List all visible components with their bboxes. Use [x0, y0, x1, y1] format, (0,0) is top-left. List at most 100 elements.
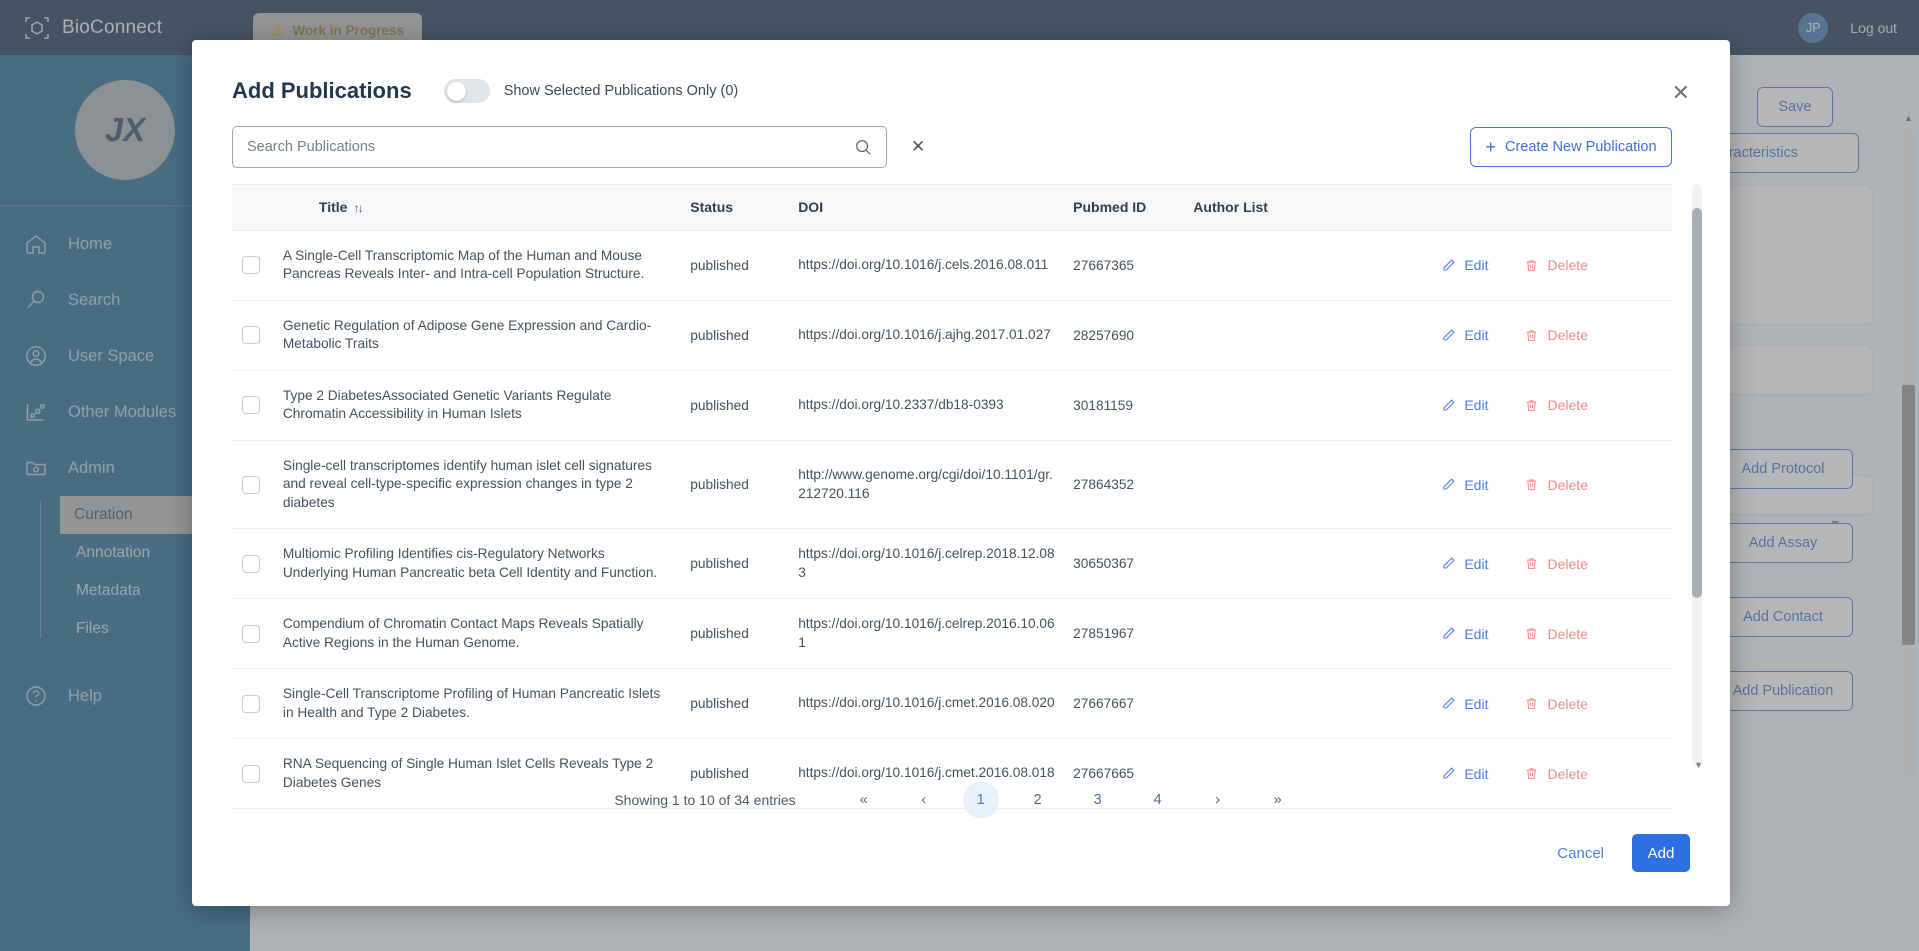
cell-status: published [690, 300, 799, 371]
delete-button[interactable]: Delete [1524, 766, 1588, 782]
add-button[interactable]: Add [1632, 834, 1690, 872]
table-row[interactable]: RNA Sequencing of Single Human Islet Cel… [232, 738, 1672, 810]
table-row[interactable]: A Single-Cell Transcriptomic Map of the … [232, 230, 1672, 301]
clear-x-icon[interactable]: ✕ [911, 137, 925, 157]
cell-actions: Edit Delete [1417, 598, 1672, 670]
pencil-icon [1441, 477, 1456, 492]
column-header-author-list[interactable]: Author List [1193, 184, 1418, 231]
row-checkbox[interactable] [242, 694, 260, 713]
edit-button[interactable]: Edit [1441, 766, 1488, 782]
delete-button[interactable]: Delete [1524, 257, 1588, 274]
show-selected-toggle-row[interactable]: Show Selected Publications Only (0) [443, 79, 739, 103]
row-select-cell[interactable] [232, 370, 283, 441]
delete-label: Delete [1547, 397, 1588, 414]
table-row[interactable]: Genetic Regulation of Adipose Gene Expre… [232, 300, 1672, 371]
search-input[interactable]: Search Publications [232, 126, 887, 168]
cancel-button[interactable]: Cancel [1557, 845, 1604, 862]
row-select-cell[interactable] [232, 230, 283, 301]
row-checkbox[interactable] [242, 764, 260, 783]
table-row[interactable]: Single-cell transcriptomes identify huma… [232, 440, 1672, 530]
edit-button[interactable]: Edit [1441, 696, 1488, 712]
delete-label: Delete [1547, 625, 1588, 642]
row-select-cell[interactable] [232, 440, 283, 530]
row-checkbox[interactable] [242, 624, 260, 643]
cell-doi: https://doi.org/10.1016/j.ajhg.2017.01.0… [798, 300, 1074, 371]
cell-title: RNA Sequencing of Single Human Islet Cel… [282, 738, 691, 810]
row-checkbox[interactable] [242, 396, 260, 415]
row-select-cell[interactable] [232, 300, 283, 371]
search-placeholder: Search Publications [247, 139, 376, 155]
sort-arrows-icon[interactable]: ↑↓ [353, 201, 363, 215]
row-select-cell[interactable] [232, 738, 283, 810]
show-selected-toggle-label: Show Selected Publications Only (0) [503, 83, 739, 99]
cell-pubmed-id: 27667667 [1073, 668, 1194, 740]
table-body: A Single-Cell Transcriptomic Map of the … [232, 230, 1672, 810]
column-header-doi[interactable]: DOI [798, 184, 1074, 231]
row-select-cell[interactable] [232, 598, 283, 670]
delete-label: Delete [1547, 257, 1588, 274]
column-header-status[interactable]: Status [690, 184, 799, 231]
cell-actions: Edit Delete [1417, 300, 1672, 371]
row-select-cell[interactable] [232, 528, 283, 600]
edit-label: Edit [1464, 257, 1489, 274]
cell-doi: https://doi.org/10.1016/j.celrep.2018.12… [798, 528, 1074, 600]
cell-author-list [1193, 598, 1418, 670]
edit-button[interactable]: Edit [1441, 397, 1488, 413]
show-selected-toggle[interactable] [443, 79, 490, 103]
delete-button[interactable]: Delete [1524, 397, 1588, 414]
table-row[interactable]: Type 2 DiabetesAssociated Genetic Varian… [232, 370, 1672, 441]
add-publications-dialog: Add Publications Show Selected Publicati… [192, 40, 1730, 906]
delete-label: Delete [1547, 476, 1588, 493]
delete-label: Delete [1547, 695, 1588, 712]
delete-button[interactable]: Delete [1524, 625, 1588, 642]
table-scroll-down-arrow[interactable]: ▼ [1694, 760, 1703, 770]
edit-label: Edit [1464, 327, 1489, 344]
cell-author-list [1193, 440, 1418, 530]
row-select-cell[interactable] [232, 668, 283, 740]
column-header-title-label: Title [318, 199, 348, 215]
edit-label: Edit [1464, 397, 1489, 414]
cell-pubmed-id: 27667365 [1073, 230, 1194, 301]
edit-button[interactable]: Edit [1441, 477, 1488, 493]
edit-button[interactable]: Edit [1441, 556, 1488, 572]
row-checkbox[interactable] [242, 475, 260, 494]
trash-icon [1524, 398, 1539, 413]
edit-button[interactable]: Edit [1441, 626, 1488, 642]
cell-status: published [690, 668, 799, 740]
create-new-publication-button[interactable]: + Create New Publication [1470, 127, 1672, 167]
row-checkbox[interactable] [242, 554, 260, 573]
close-icon[interactable]: ✕ [1672, 82, 1690, 104]
column-header-title[interactable]: Title ↑↓ [282, 184, 691, 231]
cell-status: published [690, 370, 799, 441]
delete-button[interactable]: Delete [1524, 556, 1588, 572]
cell-status: published [690, 738, 799, 810]
edit-button[interactable]: Edit [1441, 327, 1488, 343]
table-row[interactable]: Compendium of Chromatin Contact Maps Rev… [232, 598, 1672, 670]
search-icon[interactable] [854, 138, 872, 156]
cell-pubmed-id: 27667665 [1073, 738, 1194, 810]
cell-actions: Edit Delete [1417, 440, 1672, 530]
cell-actions: Edit Delete [1417, 738, 1672, 810]
delete-button[interactable]: Delete [1524, 327, 1588, 343]
cell-actions: Edit Delete [1417, 230, 1672, 301]
delete-button[interactable]: Delete [1524, 476, 1588, 493]
row-checkbox[interactable] [242, 326, 260, 345]
row-checkbox[interactable] [242, 256, 260, 275]
plus-icon: + [1485, 137, 1496, 157]
dialog-footer: Cancel Add [192, 824, 1730, 906]
cell-author-list [1193, 370, 1418, 441]
pencil-icon [1441, 556, 1456, 571]
column-header-actions [1417, 184, 1672, 231]
select-all-column [232, 184, 283, 231]
table-scrollbar-thumb[interactable] [1692, 208, 1702, 598]
cell-status: published [690, 598, 799, 670]
delete-button[interactable]: Delete [1524, 695, 1588, 712]
cell-doi: https://doi.org/10.2337/db18-0393 [798, 370, 1074, 441]
table-row[interactable]: Single-Cell Transcriptome Profiling of H… [232, 668, 1672, 740]
table-row[interactable]: Multiomic Profiling Identifies cis-Regul… [232, 528, 1672, 600]
cell-actions: Edit Delete [1417, 668, 1672, 740]
cell-status: published [690, 528, 799, 600]
column-header-pubmed-id[interactable]: Pubmed ID [1073, 184, 1194, 231]
cell-author-list [1193, 300, 1418, 371]
edit-button[interactable]: Edit [1441, 257, 1488, 273]
